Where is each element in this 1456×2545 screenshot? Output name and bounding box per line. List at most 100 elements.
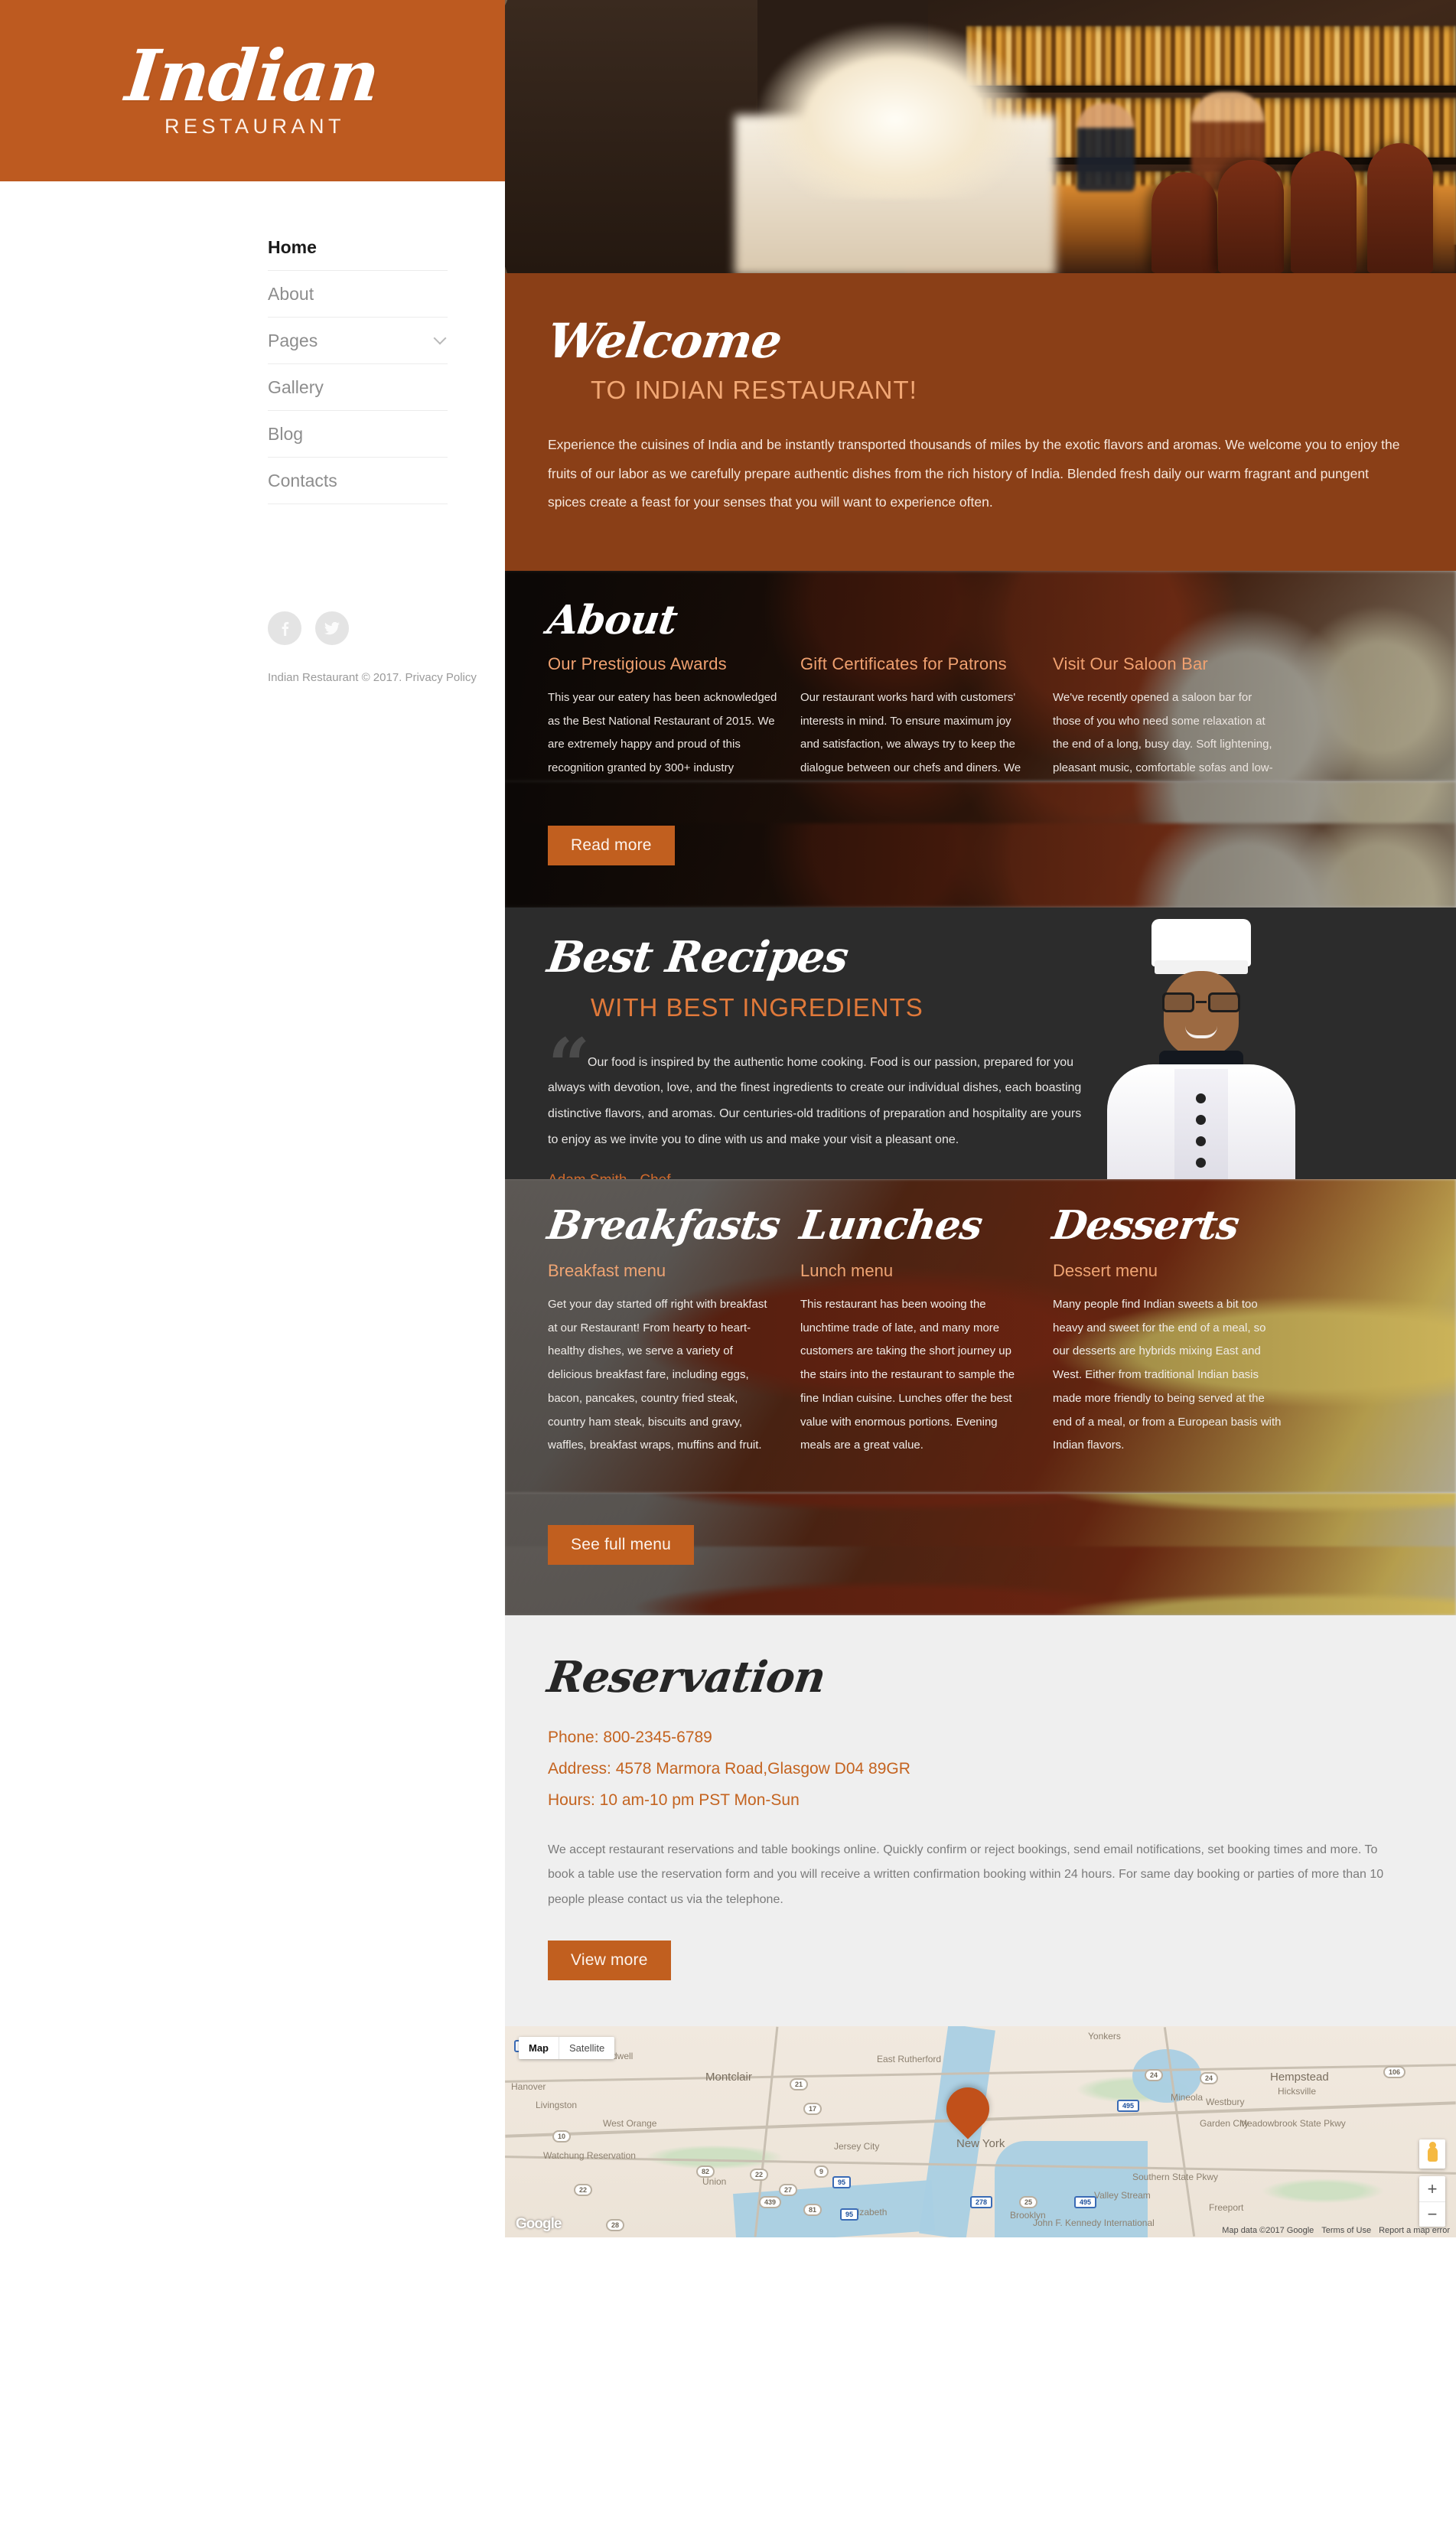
nav-item-contacts[interactable]: Contacts (268, 458, 448, 504)
nav-item-label: About (268, 283, 314, 304)
map-data-credit: Map data ©2017 Google (1222, 2226, 1314, 2236)
map-type-toggle: Map Satellite (519, 2037, 615, 2060)
nav-item-about[interactable]: About (268, 271, 448, 318)
welcome-section: Welcome TO INDIAN RESTAURANT! Experience… (505, 273, 1456, 571)
map-place-label: John F. Kennedy International (1033, 2218, 1155, 2229)
recipes-subtitle: WITH BEST INGREDIENTS (591, 992, 923, 1022)
menu-column-heading: Breakfast menu (548, 1260, 666, 1280)
bottle-shelf-top (966, 26, 1456, 86)
about-column-heading: Our Prestigious Awards (548, 653, 727, 673)
map-type-satellite-button[interactable]: Satellite (559, 2037, 614, 2060)
google-map[interactable]: Caldwell Montclair Hanover East Rutherford L… (505, 2026, 1456, 2238)
pegman-figure (1427, 2141, 1438, 2162)
menu-column-body: This restaurant has been wooing the lunc… (800, 1297, 1015, 1452)
terms-of-use-link[interactable]: Terms of Use (1321, 2226, 1371, 2235)
map-place-label: Meadowbrook State Pkwy (1239, 2118, 1346, 2130)
about-column-body: We've recently opened a saloon bar for t… (1053, 690, 1273, 775)
map-highway-shield: 106 (1383, 2066, 1406, 2079)
social-links (268, 611, 505, 645)
seated-guest (1077, 103, 1135, 191)
map-attribution: Map data ©2017 Google Terms of Use Repor… (1222, 2226, 1450, 2235)
chef-hat (1151, 918, 1251, 966)
map-highway-shield: 95 (840, 2208, 859, 2221)
map-highway-shield: 9 (814, 2165, 829, 2178)
map-place-label: Southern State Pkwy (1132, 2172, 1219, 2183)
map-zoom-controls: + − (1419, 2176, 1445, 2227)
logo-subtitle-text: RESTAURANT (164, 114, 345, 138)
hero-image (505, 0, 1456, 273)
privacy-policy-link[interactable]: Privacy Policy (406, 671, 477, 684)
nav-item-blog[interactable]: Blog (268, 411, 448, 458)
about-column-saloon-bar: Visit Our Saloon Bar We've recently open… (1053, 654, 1282, 781)
report-map-error-link[interactable]: Report a map error (1379, 2226, 1450, 2235)
quote-icon: “ (548, 1022, 591, 1109)
chevron-down-icon (433, 331, 447, 345)
map-type-map-button[interactable]: Map (519, 2037, 559, 2059)
about-column-gift-certificates: Gift Certificates for Patrons Our restau… (800, 654, 1030, 781)
map-highway-shield: 22 (574, 2184, 593, 2197)
uniform-button (1196, 1157, 1206, 1168)
map-place-label: Freeport (1209, 2202, 1244, 2214)
map-highway-shield: 10 (552, 2130, 572, 2143)
map-highway-shield: 81 (803, 2204, 822, 2217)
map-place-label: Union (702, 2176, 727, 2188)
welcome-title: Welcome (543, 313, 785, 369)
uniform-button (1196, 1136, 1206, 1146)
menus-section: Breakfasts Breakfast menu Get your day s… (505, 1178, 1456, 1493)
reservation-title: Reservation (544, 1651, 829, 1703)
map-highway-shield: 25 (1019, 2196, 1038, 2209)
map-highway-shield: 24 (1145, 2069, 1164, 2082)
about-column-heading: Gift Certificates for Patrons (800, 653, 1007, 673)
menu-column-desserts: Desserts Dessert menu Many people find I… (1050, 1202, 1282, 1458)
nav-item-home[interactable]: Home (268, 224, 448, 271)
restaurant-homepage: Indian RESTAURANT Home About Pages Galle… (0, 0, 1456, 2545)
nav-item-label: Contacts (268, 470, 337, 490)
best-recipes-section: Best Recipes WITH BEST INGREDIENTS “ Our… (505, 907, 1456, 1179)
nav-item-label: Gallery (268, 376, 324, 397)
map-place-label: Montclair (705, 2071, 752, 2084)
nav-item-gallery[interactable]: Gallery (268, 364, 448, 411)
uniform-button (1196, 1114, 1206, 1125)
logo-script-text: Indian (122, 34, 383, 118)
reservation-address: Address: 4578 Marmora Road,Glasgow D04 8… (548, 1759, 910, 1778)
see-full-menu-button[interactable]: See full menu (548, 1524, 695, 1565)
read-more-button[interactable]: Read more (548, 825, 675, 865)
sidebar: Indian RESTAURANT Home About Pages Galle… (0, 0, 505, 2545)
about-column-body: This year our eatery has been acknowledg… (548, 690, 777, 775)
welcome-body: Experience the cuisines of India and be … (548, 437, 1400, 510)
twitter-link[interactable] (315, 611, 349, 645)
map-highway-shield: 28 (606, 2219, 625, 2232)
logo-block[interactable]: Indian RESTAURANT (0, 0, 505, 181)
view-more-button[interactable]: View more (548, 1941, 671, 1981)
chef-face (1164, 970, 1239, 1057)
zoom-in-button[interactable]: + (1419, 2176, 1445, 2201)
recipes-title: Best Recipes (544, 931, 852, 982)
menu-column-heading: Lunch menu (800, 1260, 894, 1280)
nav-item-label: Home (268, 236, 317, 257)
map-place-label: Hempstead (1270, 2071, 1329, 2084)
nav-item-pages[interactable]: Pages (268, 318, 448, 364)
facebook-icon (282, 621, 288, 636)
map-place-label: Yonkers (1088, 2031, 1121, 2042)
menu-column-title: Breakfasts (544, 1201, 783, 1249)
chef-attribution: Adam Smith - Chef (548, 1172, 1090, 1179)
about-title: About (544, 596, 680, 644)
zoom-out-button[interactable]: − (1419, 2201, 1445, 2227)
shelf-edge (959, 86, 1456, 93)
main-content: Welcome TO INDIAN RESTAURANT! Experience… (505, 0, 1456, 2238)
twitter-icon (324, 621, 340, 634)
uniform-button (1196, 1093, 1206, 1103)
reservation-section: Reservation Phone: 800-2345-6789 Address… (505, 1615, 1456, 2027)
map-highway-shield: 17 (803, 2103, 822, 2116)
street-view-pegman-icon[interactable] (1419, 2139, 1445, 2169)
about-section-footer: Read more (505, 780, 1456, 908)
map-place-label: Brooklyn (1010, 2210, 1046, 2221)
map-highway-shield: 82 (696, 2165, 715, 2178)
google-logo: Google (516, 2216, 562, 2233)
about-section: About Our Prestigious Awards This year o… (505, 570, 1456, 781)
facebook-link[interactable] (268, 611, 301, 645)
menu-column-body: Many people find Indian sweets a bit too… (1053, 1297, 1282, 1452)
bar-stool (1151, 172, 1217, 273)
nav-item-label: Pages (268, 330, 318, 350)
reservation-contact-details: Phone: 800-2345-6789 Address: 4578 Marmo… (548, 1722, 1413, 1817)
